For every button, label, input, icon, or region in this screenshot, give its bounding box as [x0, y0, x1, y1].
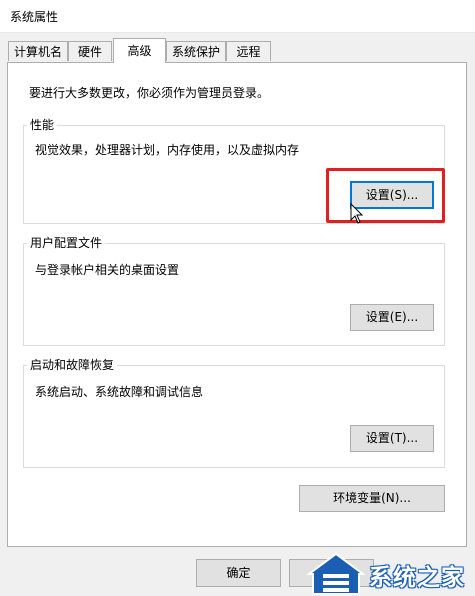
- environment-variables-button[interactable]: 环境变量(N)...: [299, 485, 445, 512]
- ok-button[interactable]: 确定: [196, 559, 281, 587]
- performance-description: 视觉效果，处理器计划，内存使用，以及虚拟内存: [35, 143, 300, 157]
- startup-recovery-description: 系统启动、系统故障和调试信息: [35, 385, 204, 399]
- tab-computer-name[interactable]: 计算机名: [8, 41, 68, 61]
- startup-recovery-group: [23, 365, 445, 468]
- performance-legend: 性能: [27, 118, 58, 132]
- admin-notice: 要进行大多数更改，你必须作为管理员登录。: [29, 86, 270, 100]
- startup-recovery-settings-button[interactable]: 设置(T)...: [350, 425, 434, 452]
- mouse-cursor-icon: [350, 203, 364, 224]
- user-profiles-settings-button[interactable]: 设置(E)...: [350, 304, 434, 331]
- watermark-text: 系统之家: [369, 565, 465, 591]
- title-bar: 系统属性: [0, 0, 475, 33]
- startup-recovery-legend: 启动和故障恢复: [27, 358, 118, 372]
- site-watermark: 系统之家: [305, 548, 475, 596]
- tab-remote[interactable]: 远程: [226, 41, 271, 61]
- tab-system-protection[interactable]: 系统保护: [166, 41, 226, 61]
- user-profiles-legend: 用户配置文件: [27, 236, 106, 250]
- house-logo-icon: [305, 552, 367, 595]
- tab-advanced[interactable]: 高级: [113, 38, 166, 63]
- tab-hardware[interactable]: 硬件: [68, 41, 112, 61]
- window-title: 系统属性: [10, 10, 59, 24]
- highlight-box: [326, 168, 445, 223]
- user-profiles-description: 与登录帐户相关的桌面设置: [35, 263, 180, 277]
